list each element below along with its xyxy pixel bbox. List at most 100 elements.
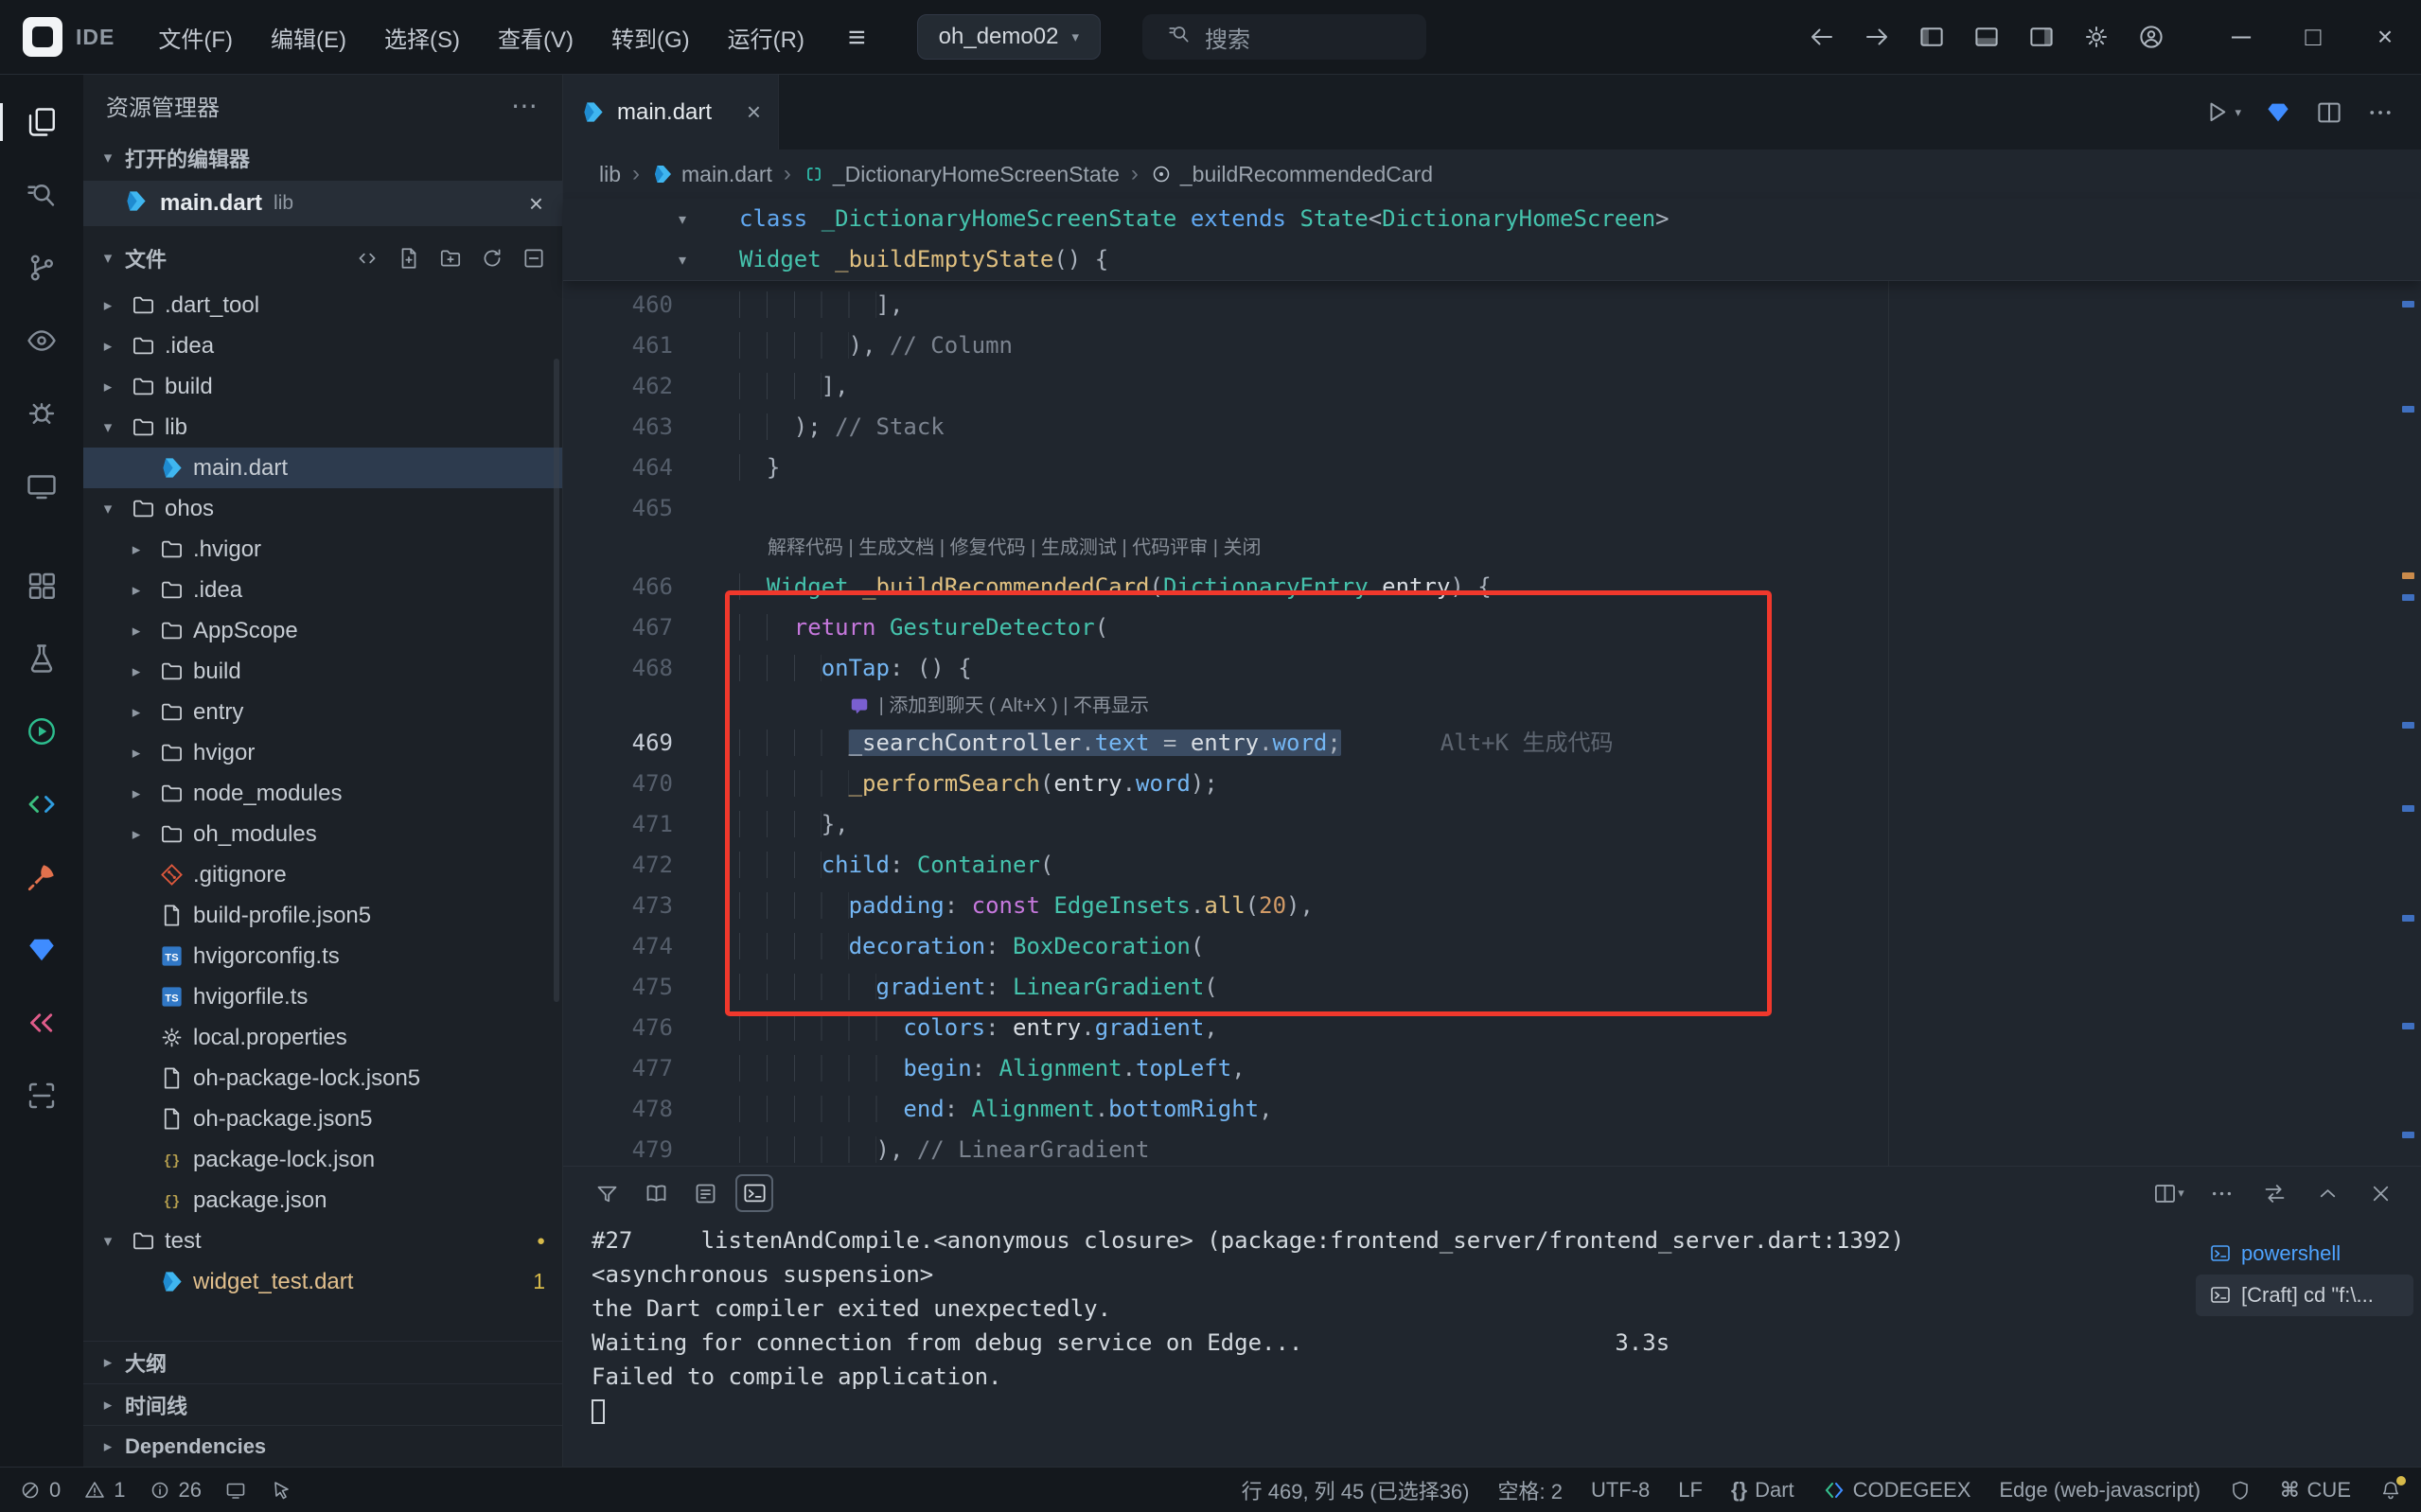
sidebar-section-[interactable]: ▸大纲 bbox=[83, 1342, 562, 1383]
tab-close-icon[interactable]: × bbox=[747, 97, 761, 127]
code-line-477[interactable]: 477 begin: Alignment.topLeft, bbox=[563, 1048, 2421, 1089]
layout-bottom-icon[interactable] bbox=[1965, 15, 2008, 59]
tree-item-oh-package.json5[interactable]: oh-package.json5 bbox=[83, 1099, 562, 1139]
status-infos[interactable]: 26 bbox=[149, 1478, 202, 1503]
collapse-icon[interactable] bbox=[2311, 1177, 2343, 1209]
indentation[interactable]: 空格: 2 bbox=[1498, 1475, 1563, 1505]
close-button[interactable]: × bbox=[2349, 0, 2421, 74]
code-line-470[interactable]: 470 _performSearch(entry.word); bbox=[563, 764, 2421, 804]
close-icon[interactable] bbox=[2364, 1177, 2396, 1209]
code-line-466[interactable]: 466 Widget _buildRecommendedCard(Diction… bbox=[563, 567, 2421, 607]
collapse-all-icon[interactable] bbox=[517, 241, 551, 275]
filter-icon[interactable] bbox=[588, 1174, 626, 1212]
tree-item-widget_test.dart[interactable]: widget_test.dart1 bbox=[83, 1261, 562, 1302]
tree-item-lib[interactable]: ▾lib bbox=[83, 407, 562, 448]
sticky-line[interactable]: ▾Widget _buildEmptyState() { bbox=[563, 239, 2421, 280]
new-file-icon[interactable] bbox=[392, 241, 426, 275]
code-line-473[interactable]: 473 padding: const EdgeInsets.all(20), bbox=[563, 886, 2421, 926]
terminal-item[interactable]: [Craft] cd "f:\... bbox=[2196, 1275, 2413, 1316]
menu-item[interactable]: 选择(S) bbox=[365, 11, 479, 63]
code-line-467[interactable]: 467 return GestureDetector( bbox=[563, 607, 2421, 648]
code-line-472[interactable]: 472 child: Container( bbox=[563, 845, 2421, 886]
split-editor-icon[interactable] bbox=[2315, 98, 2343, 127]
tree-item-package-lock.json[interactable]: {}package-lock.json bbox=[83, 1139, 562, 1180]
tree-item-.dart_tool[interactable]: ▸.dart_tool bbox=[83, 285, 562, 325]
sidebar-section-dependencies[interactable]: ▸Dependencies bbox=[83, 1425, 562, 1467]
tab-main-dart[interactable]: main.dart × bbox=[563, 75, 779, 149]
code-line-476[interactable]: 476 colors: entry.gradient, bbox=[563, 1008, 2421, 1048]
terminal-icon[interactable] bbox=[735, 1174, 773, 1212]
book-icon[interactable] bbox=[637, 1174, 675, 1212]
scan-icon[interactable] bbox=[13, 1069, 70, 1122]
code-line-471[interactable]: 471 }, bbox=[563, 804, 2421, 845]
status-warnings[interactable]: 1 bbox=[83, 1478, 125, 1503]
code-line-464[interactable]: 464 } bbox=[563, 448, 2421, 488]
tree-item-test[interactable]: ▾test● bbox=[83, 1221, 562, 1261]
code-line-468[interactable]: 468 onTap: () { bbox=[563, 648, 2421, 689]
code-line-463[interactable]: 463 ); // Stack bbox=[563, 407, 2421, 448]
account-icon[interactable] bbox=[2129, 15, 2173, 59]
scm-icon[interactable] bbox=[13, 241, 70, 294]
flask-icon[interactable] bbox=[13, 632, 70, 685]
close-icon[interactable]: × bbox=[529, 189, 543, 219]
tree-item-.gitignore[interactable]: .gitignore bbox=[83, 854, 562, 895]
code-line-465[interactable]: 465 bbox=[563, 488, 2421, 529]
rocket-icon[interactable] bbox=[13, 851, 70, 904]
breadcrumb-item[interactable]: _DictionaryHomeScreenState bbox=[803, 162, 1120, 187]
maximize-button[interactable]: □ bbox=[2277, 0, 2349, 74]
files-icon[interactable] bbox=[13, 96, 70, 149]
tree-item-main.dart[interactable]: main.dart bbox=[83, 448, 562, 488]
arrow-right-icon[interactable] bbox=[1855, 15, 1899, 59]
codelens-actions[interactable]: 解释代码 | 生成文档 | 修复代码 | 生成测试 | 代码评审 | 关闭 bbox=[563, 529, 2421, 567]
breadcrumb-item[interactable]: _buildRecommendedCard bbox=[1150, 162, 1433, 187]
global-search[interactable]: 搜索 bbox=[1142, 14, 1426, 60]
tree-item-.idea[interactable]: ▸.idea bbox=[83, 325, 562, 366]
breadcrumb-item[interactable]: lib bbox=[599, 162, 621, 187]
menu-item[interactable]: 转到(G) bbox=[592, 11, 709, 63]
terminal-item[interactable]: powershell bbox=[2196, 1233, 2413, 1275]
codegeex[interactable]: CODEGEEX bbox=[1823, 1478, 1971, 1503]
tree-item-build-profile.json5[interactable]: build-profile.json5 bbox=[83, 895, 562, 936]
sidebar-section-[interactable]: ▸时间线 bbox=[83, 1383, 562, 1425]
tree-item-AppScope[interactable]: ▸AppScope bbox=[83, 610, 562, 651]
menu-item[interactable]: 编辑(E) bbox=[252, 11, 365, 63]
refresh-icon[interactable] bbox=[475, 241, 509, 275]
security-shield[interactable] bbox=[2229, 1479, 2252, 1502]
gem-icon[interactable] bbox=[13, 923, 70, 976]
breadcrumb-item[interactable]: main.dart bbox=[651, 162, 772, 187]
code-line-462[interactable]: 462 ], bbox=[563, 366, 2421, 407]
split-editor-icon[interactable]: ▾ bbox=[2152, 1177, 2184, 1209]
tree-item-ohos[interactable]: ▾ohos bbox=[83, 488, 562, 529]
more-actions-icon[interactable]: ⋯ bbox=[511, 90, 539, 121]
cue[interactable]: ⌘CUE bbox=[2280, 1478, 2351, 1503]
gem-icon[interactable] bbox=[2264, 98, 2292, 127]
status-errors[interactable]: 0 bbox=[19, 1478, 61, 1503]
tree-item-package.json[interactable]: {}package.json bbox=[83, 1180, 562, 1221]
switch-icon[interactable] bbox=[2258, 1177, 2290, 1209]
bug-icon[interactable] bbox=[13, 387, 70, 440]
more-icon[interactable] bbox=[2366, 98, 2394, 127]
layout-right-icon[interactable] bbox=[2020, 15, 2063, 59]
minimize-button[interactable]: ─ bbox=[2205, 0, 2277, 74]
encoding[interactable]: UTF-8 bbox=[1591, 1478, 1650, 1503]
code-line-474[interactable]: 474 decoration: BoxDecoration( bbox=[563, 926, 2421, 967]
debug-console[interactable]: #27 listenAndCompile.<anonymous closure>… bbox=[563, 1220, 2196, 1467]
code-line-469[interactable]: 469 _searchController.text = entry.word;… bbox=[563, 723, 2421, 764]
tree-item-.hvigor[interactable]: ▸.hvigor bbox=[83, 529, 562, 570]
code-icon[interactable] bbox=[350, 241, 384, 275]
tree-item-hvigorconfig.ts[interactable]: TShvigorconfig.ts bbox=[83, 936, 562, 976]
language-mode[interactable]: {}Dart bbox=[1731, 1478, 1794, 1503]
code-line-475[interactable]: 475 gradient: LinearGradient( bbox=[563, 967, 2421, 1008]
arrow-left-icon[interactable] bbox=[1800, 15, 1844, 59]
tree-item-oh-package-lock.json5[interactable]: oh-package-lock.json5 bbox=[83, 1058, 562, 1099]
tree-item-.idea[interactable]: ▸.idea bbox=[83, 570, 562, 610]
project-selector[interactable]: oh_demo02 ▾ bbox=[917, 14, 1101, 60]
tree-item-hvigorfile.ts[interactable]: TShvigorfile.ts bbox=[83, 976, 562, 1017]
code-line-479[interactable]: 479 ), // LinearGradient bbox=[563, 1130, 2421, 1166]
notifications-bell[interactable] bbox=[2379, 1479, 2402, 1502]
device-icon[interactable] bbox=[13, 460, 70, 513]
sticky-line[interactable]: ▾class _DictionaryHomeScreenState extend… bbox=[563, 199, 2421, 239]
new-folder-icon[interactable] bbox=[433, 241, 468, 275]
more-icon[interactable] bbox=[2205, 1177, 2237, 1209]
files-section-header[interactable]: ▾ 文件 bbox=[83, 236, 562, 281]
